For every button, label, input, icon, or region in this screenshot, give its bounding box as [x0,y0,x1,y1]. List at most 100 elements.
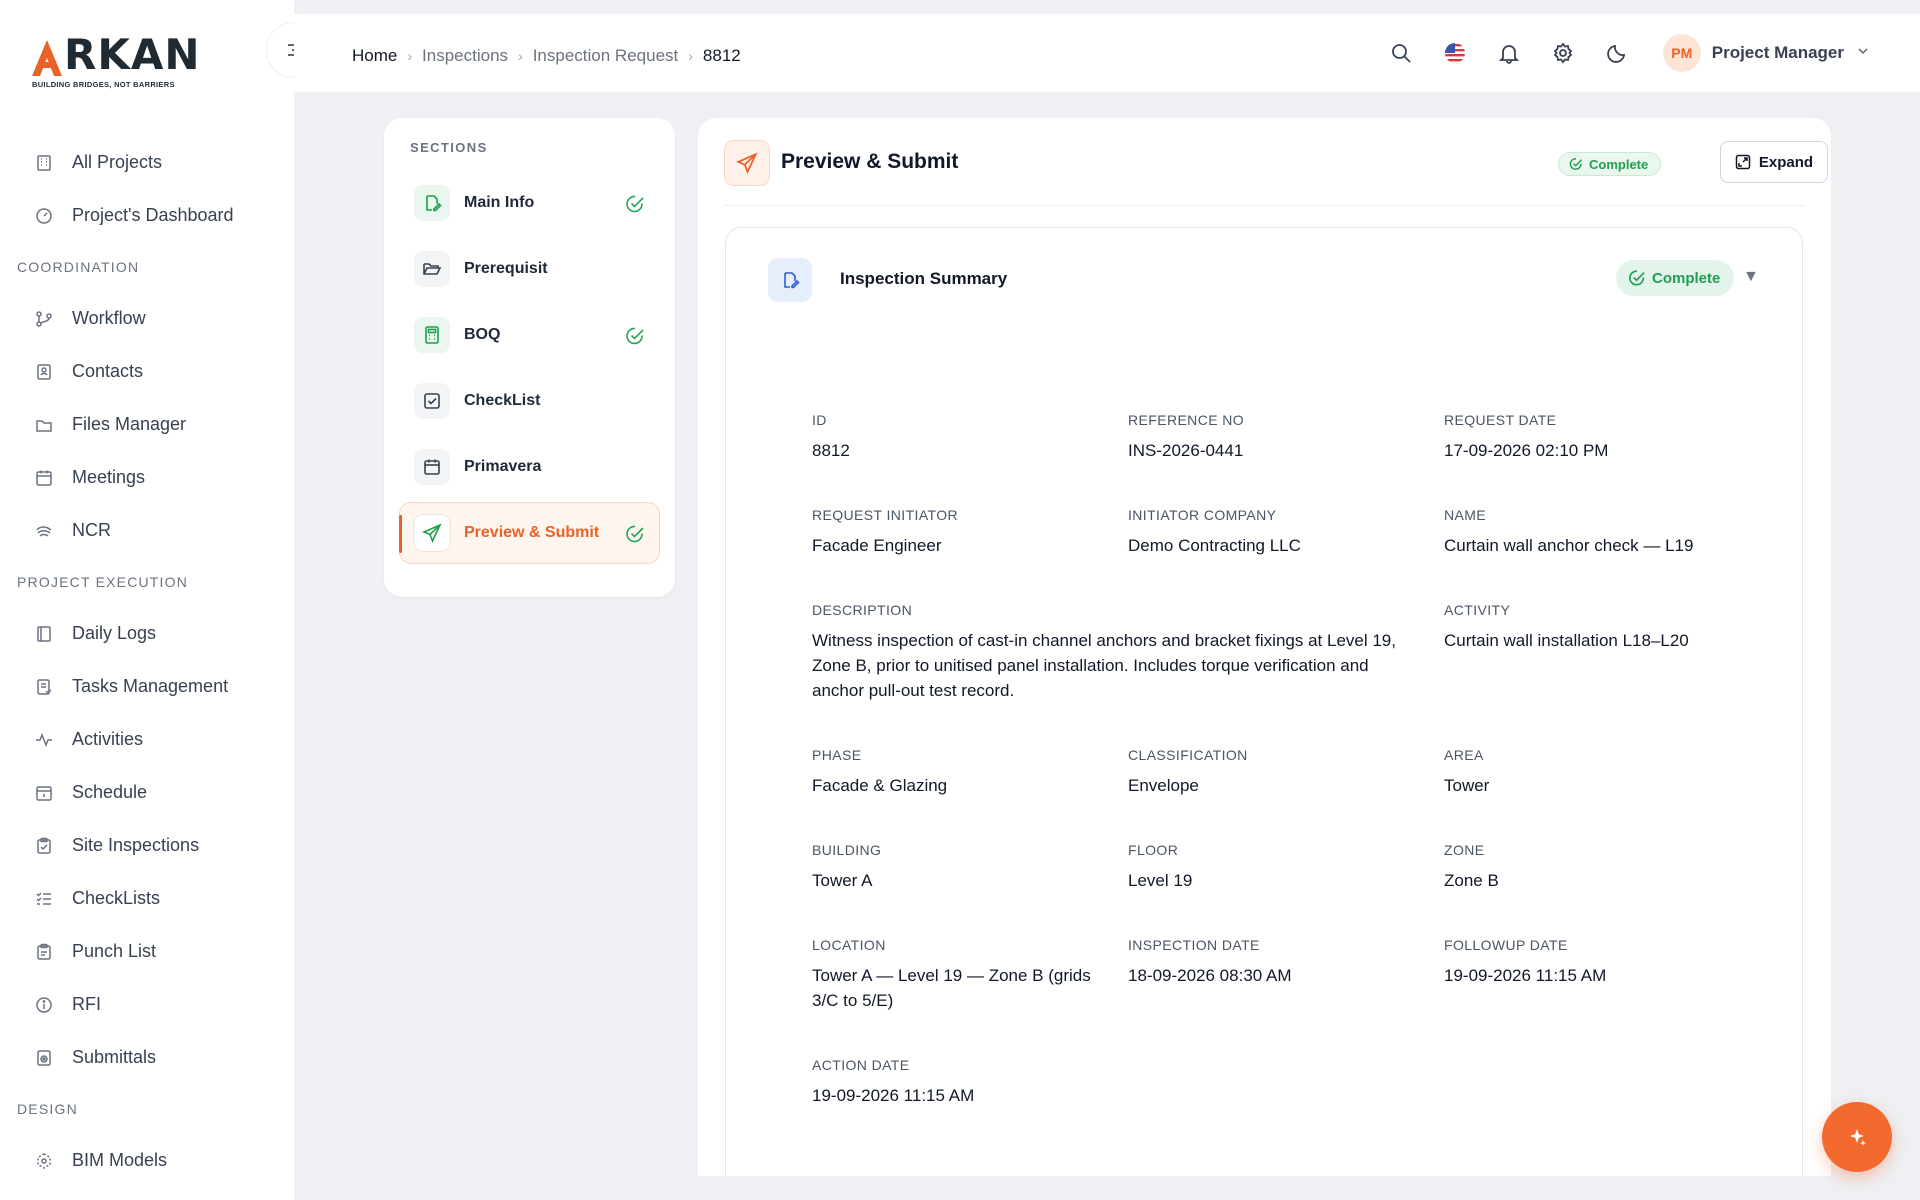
chevron-right-icon: › [518,48,523,64]
section-primavera[interactable]: Primavera [399,436,660,498]
field-value: INS-2026-0441 [1128,441,1244,460]
sections-title: SECTIONS [410,140,488,155]
contacts-icon [34,362,54,382]
field-classification: CLASSIFICATION Envelope [1128,747,1428,798]
calendar-icon [414,449,450,485]
field-value: Facade Engineer [812,536,942,555]
breadcrumb-home[interactable]: Home [352,46,397,66]
moon-icon[interactable] [1605,41,1629,65]
sidebar-item-checklists[interactable]: CheckLists [0,872,294,925]
sidebar-item-label: Files Manager [72,414,187,434]
summary-title: Inspection Summary [840,269,1008,288]
field-location: LOCATION Tower A — Level 19 — Zone B (gr… [812,937,1102,1013]
sidebar-item-rfi[interactable]: RFI [0,978,294,1031]
sidebar-item-all-projects[interactable]: All Projects [0,136,294,189]
sidebar-item-site-inspections[interactable]: Site Inspections [0,819,294,872]
field-label: ID [812,412,827,428]
status-badge: Complete [1558,152,1662,176]
send-icon [724,140,770,186]
check-circle-icon [1569,158,1583,170]
sidebar-item-files-manager[interactable]: Files Manager [0,398,294,451]
sidebar-item-bim-models[interactable]: BIM Models [0,1134,294,1187]
avatar[interactable]: PM [1662,34,1701,72]
page-title: Preview & Submit [781,150,959,173]
field-value: 17-09-2026 02:10 PM [1444,441,1609,460]
section-label: Primavera [464,458,542,475]
sidebar-item-label: BIM Models [72,1150,168,1170]
sidebar-item-project-dashboard[interactable]: Project's Dashboard [0,189,294,242]
field-floor: FLOOR Level 19 [1128,842,1428,893]
sidebar-item-schedule[interactable]: Schedule [0,766,294,819]
field-phase: PHASE Facade & Glazing [812,747,1112,798]
expand-button[interactable]: Expand [1720,141,1828,183]
check-circle-icon [625,326,645,351]
sidebar-item-label: Contacts [72,361,144,381]
section-boq[interactable]: BOQ [399,304,660,366]
sidebar-item-meetings[interactable]: Meetings [0,451,294,504]
section-prerequisit[interactable]: Prerequisit [399,238,660,300]
sidebar-item-label: Project's Dashboard [72,205,234,225]
schedule-icon [34,783,54,803]
nav-section-design: DESIGN [17,1101,78,1117]
field-zone: ZONE Zone B [1444,842,1744,893]
sidebar-item-label: Daily Logs [72,623,157,643]
field-activity: ACTIVITY Curtain wall installation L18–L… [1444,602,1744,653]
field-label: NAME [1444,507,1487,523]
breadcrumb-inspections[interactable]: Inspections [422,46,508,66]
expand-button-label: Expand [1758,153,1814,171]
sidebar-item-punch-list[interactable]: Punch List [0,925,294,978]
sidebar-item-activities[interactable]: Activities [0,713,294,766]
field-inspection-date: INSPECTION DATE 18-09-2026 08:30 AM [1128,937,1428,988]
section-main-info[interactable]: Main Info [399,172,660,234]
sidebar-item-label: Site Inspections [72,835,200,855]
brand-logo[interactable]: RKAN BUILDING BRIDGES, NOT BARRIERS [32,34,212,89]
sidebar-item-workflow[interactable]: Workflow [0,292,294,345]
user-name[interactable]: Project Manager [1712,43,1844,63]
field-label: ACTIVITY [1444,602,1511,618]
field-label: AREA [1444,747,1484,763]
field-label: DESCRIPTION [812,602,913,618]
field-label: INSPECTION DATE [1128,937,1260,953]
gear-icon[interactable] [1551,41,1575,65]
folder-open-icon [414,251,450,287]
sidebar-item-daily-logs[interactable]: Daily Logs [0,607,294,660]
breadcrumb-inspection-request[interactable]: Inspection Request [533,46,679,66]
section-label: Prerequisit [464,260,548,277]
send-icon [414,515,450,551]
workflow-icon [34,309,54,329]
caret-down-icon[interactable]: ▼ [1743,268,1759,286]
edit-doc-icon [414,185,450,221]
sidebar-item-tasks-management[interactable]: Tasks Management [0,660,294,713]
sidebar-item-label: Workflow [72,308,146,328]
sidebar-item-submittals[interactable]: Submittals [0,1031,294,1084]
breadcrumb-current: 8812 [702,46,741,65]
field-building: BUILDING Tower A [812,842,1112,893]
us-flag-icon[interactable] [1443,41,1467,65]
section-label: Preview & Submit [464,524,600,541]
task-icon [34,677,54,697]
section-label: Main Info [464,194,535,211]
sections-panel: SECTIONS Main Info Prerequisit BOQ Check… [384,118,675,597]
field-label: FOLLOWUP DATE [1444,937,1568,953]
check-circle-icon [1629,270,1645,286]
field-label: CLASSIFICATION [1128,747,1248,763]
bell-icon[interactable] [1497,41,1521,65]
edit-doc-icon [768,258,812,302]
section-preview-submit[interactable]: Preview & Submit [399,502,660,564]
ai-assistant-button[interactable] [1822,1102,1892,1172]
chevron-right-icon: › [407,48,413,64]
field-label: INITIATOR COMPANY [1128,507,1277,523]
search-icon[interactable] [1389,41,1413,65]
sidebar-item-ncr[interactable]: NCR [0,504,294,557]
section-checklist[interactable]: CheckList [399,370,660,432]
calendar-icon [34,468,54,488]
inspection-summary-panel: Inspection Summary Complete ▼ ID 8812 RE… [725,227,1803,1200]
field-label: PHASE [812,747,862,763]
chevron-down-icon[interactable] [1856,44,1870,63]
field-label: REQUEST DATE [1444,412,1557,428]
field-request-date: REQUEST DATE 17-09-2026 02:10 PM [1444,412,1744,463]
field-name: NAME Curtain wall anchor check — L19 [1444,507,1744,558]
gauge-icon [34,206,54,226]
preview-submit-card: Preview & Submit Complete Expand Inspect… [698,118,1831,1200]
sidebar-item-contacts[interactable]: Contacts [0,345,294,398]
